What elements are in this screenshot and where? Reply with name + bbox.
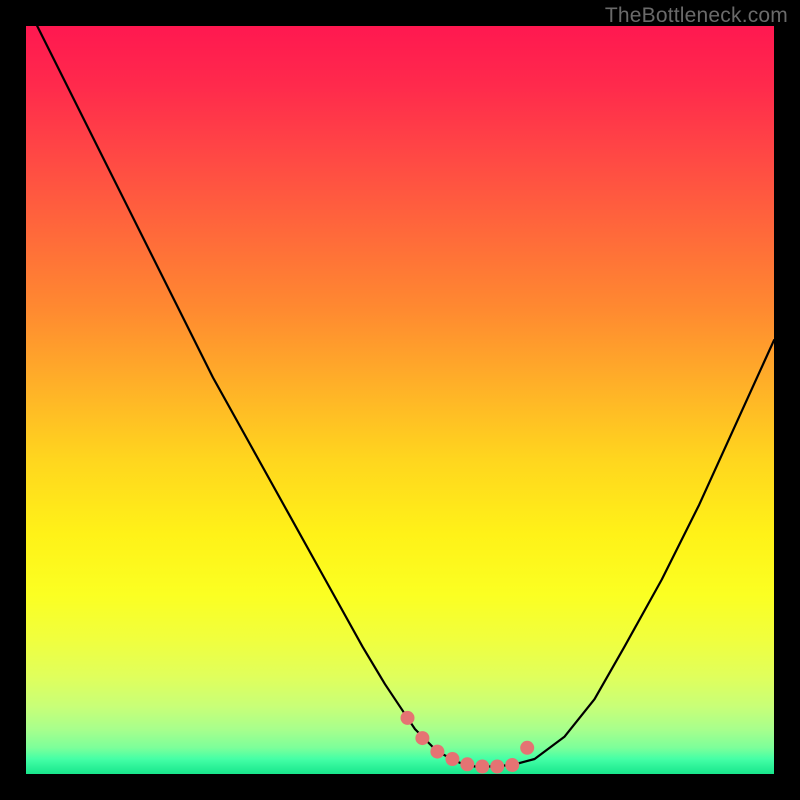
chart-stage: TheBottleneck.com (0, 0, 800, 800)
marker-dot (445, 752, 459, 766)
marker-dot (415, 731, 429, 745)
marker-dot (430, 745, 444, 759)
marker-dot (401, 711, 415, 725)
plot-area (26, 26, 774, 774)
marker-dot (505, 758, 519, 772)
marker-dot (460, 757, 474, 771)
marker-dot (520, 741, 534, 755)
watermark-text: TheBottleneck.com (605, 4, 788, 28)
curve-layer (26, 26, 774, 774)
marker-dot (475, 760, 489, 774)
optimal-range-markers (401, 711, 535, 774)
marker-dot (490, 760, 504, 774)
bottleneck-curve (26, 26, 774, 767)
